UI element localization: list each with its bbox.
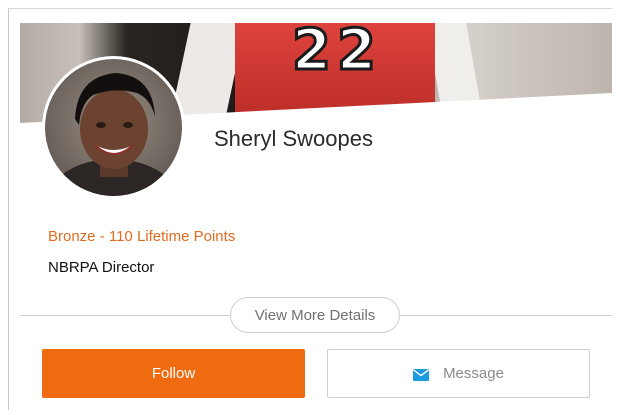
envelope-icon bbox=[413, 368, 430, 381]
view-more-details-button[interactable]: View More Details bbox=[230, 297, 400, 333]
follow-button[interactable]: Follow bbox=[42, 349, 305, 398]
profile-title: NBRPA Director bbox=[48, 259, 155, 276]
message-label: Message bbox=[443, 365, 504, 382]
message-button[interactable]: Message bbox=[327, 349, 590, 398]
lifetime-points: Bronze - 110 Lifetime Points bbox=[48, 228, 236, 245]
profile-name: Sheryl Swoopes bbox=[214, 126, 373, 151]
avatar[interactable] bbox=[42, 56, 185, 199]
